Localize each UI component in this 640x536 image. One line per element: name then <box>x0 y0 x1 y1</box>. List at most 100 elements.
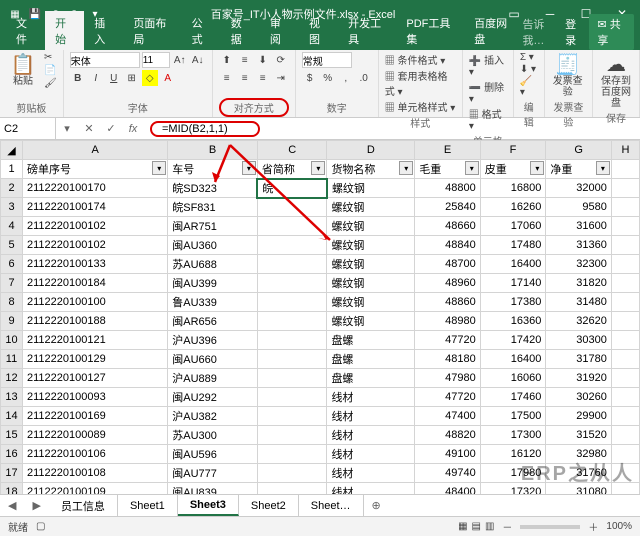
data-cell[interactable]: 9580 <box>546 198 612 217</box>
row-header[interactable]: 18 <box>1 483 23 495</box>
row-header[interactable]: 11 <box>1 350 23 369</box>
sheet-tab[interactable]: 员工信息 <box>49 495 118 516</box>
data-cell[interactable]: 闽AU360 <box>168 236 258 255</box>
data-cell[interactable]: 2112220100108 <box>23 464 168 483</box>
data-cell[interactable]: 2112220100089 <box>23 426 168 445</box>
data-cell[interactable]: 48860 <box>415 293 481 312</box>
data-cell[interactable]: 48820 <box>415 426 481 445</box>
data-cell[interactable]: 螺纹钢 <box>327 179 415 198</box>
tab-formulas[interactable]: 公式 <box>182 11 221 50</box>
row-header[interactable]: 3 <box>1 198 23 217</box>
indent-icon[interactable]: ⇥ <box>273 70 289 86</box>
filter-dropdown-icon[interactable]: ▾ <box>596 161 610 175</box>
data-cell[interactable]: 2112220100127 <box>23 369 168 388</box>
filter-dropdown-icon[interactable]: ▾ <box>530 161 544 175</box>
macro-record-icon[interactable]: ▢ <box>36 521 45 532</box>
row-header[interactable]: 9 <box>1 312 23 331</box>
column-header[interactable]: A <box>23 141 168 160</box>
data-cell[interactable] <box>257 426 327 445</box>
align-middle-icon[interactable]: ≡ <box>237 52 253 68</box>
login-link[interactable]: 登录 <box>565 16 583 48</box>
header-cell[interactable]: 净重▾ <box>546 160 612 179</box>
select-all-corner[interactable]: ◢ <box>1 141 23 160</box>
bold-button[interactable]: B <box>70 70 86 86</box>
data-cell[interactable] <box>257 293 327 312</box>
header-cell[interactable] <box>611 160 639 179</box>
view-normal-icon[interactable]: ▦ <box>458 521 467 532</box>
cut-icon[interactable]: ✂ <box>44 52 57 63</box>
row-header[interactable]: 1 <box>1 160 23 179</box>
data-cell[interactable] <box>611 274 639 293</box>
data-cell[interactable]: 17480 <box>480 236 546 255</box>
sheet-tab[interactable]: Sheet… <box>299 495 364 516</box>
data-cell[interactable]: 闽AU660 <box>168 350 258 369</box>
header-cell[interactable]: 货物名称▾ <box>327 160 415 179</box>
data-cell[interactable]: 闽AU596 <box>168 445 258 464</box>
data-cell[interactable]: 2112220100121 <box>23 331 168 350</box>
orientation-icon[interactable]: ⟳ <box>273 52 289 68</box>
align-left-icon[interactable]: ≡ <box>219 70 235 86</box>
data-cell[interactable]: 31920 <box>546 369 612 388</box>
data-cell[interactable] <box>257 217 327 236</box>
zoom-level[interactable]: 100% <box>606 521 632 532</box>
data-cell[interactable]: 闽AR656 <box>168 312 258 331</box>
data-cell[interactable]: 2112220100133 <box>23 255 168 274</box>
decrease-font-icon[interactable]: A↓ <box>190 52 206 68</box>
data-cell[interactable]: 苏AU300 <box>168 426 258 445</box>
data-cell[interactable]: 31520 <box>546 426 612 445</box>
data-cell[interactable]: 2112220100093 <box>23 388 168 407</box>
data-cell[interactable] <box>611 293 639 312</box>
data-cell[interactable] <box>257 350 327 369</box>
data-cell[interactable]: 盘螺 <box>327 350 415 369</box>
data-cell[interactable]: 线材 <box>327 445 415 464</box>
data-cell[interactable]: 17300 <box>480 426 546 445</box>
data-cell[interactable]: 2112220100106 <box>23 445 168 464</box>
data-cell[interactable]: 31780 <box>546 350 612 369</box>
increase-font-icon[interactable]: A↑ <box>172 52 188 68</box>
data-cell[interactable] <box>257 255 327 274</box>
header-cell[interactable]: 磅单序号▾ <box>23 160 168 179</box>
zoom-out-icon[interactable]: － <box>502 519 512 534</box>
data-cell[interactable] <box>611 426 639 445</box>
data-cell[interactable]: 线材 <box>327 407 415 426</box>
name-box[interactable]: C2 <box>0 118 56 139</box>
filter-dropdown-icon[interactable]: ▾ <box>311 161 325 175</box>
data-cell[interactable]: 48800 <box>415 179 481 198</box>
save-baidu-button[interactable]: ☁保存到百度网盘 <box>599 52 633 109</box>
autosum-button[interactable]: Σ ▾ <box>520 52 534 63</box>
data-cell[interactable]: 48980 <box>415 312 481 331</box>
comma-icon[interactable]: , <box>338 70 354 86</box>
data-cell[interactable]: 31820 <box>546 274 612 293</box>
data-cell[interactable]: 30300 <box>546 331 612 350</box>
sheet-tab[interactable]: Sheet1 <box>118 495 178 516</box>
data-cell[interactable] <box>257 388 327 407</box>
data-cell[interactable]: 螺纹钢 <box>327 312 415 331</box>
enter-icon[interactable]: ✓ <box>100 122 122 135</box>
data-cell[interactable]: 2112220100184 <box>23 274 168 293</box>
data-cell[interactable]: 16060 <box>480 369 546 388</box>
copy-icon[interactable]: 📄 <box>44 65 57 76</box>
data-cell[interactable]: 47400 <box>415 407 481 426</box>
align-center-icon[interactable]: ≡ <box>237 70 253 86</box>
tab-view[interactable]: 视图 <box>299 11 338 50</box>
data-cell[interactable]: 沪AU382 <box>168 407 258 426</box>
data-cell[interactable]: 49740 <box>415 464 481 483</box>
row-header[interactable]: 8 <box>1 293 23 312</box>
data-cell[interactable]: 2112220100188 <box>23 312 168 331</box>
data-cell[interactable] <box>257 331 327 350</box>
data-cell[interactable]: 沪AU396 <box>168 331 258 350</box>
header-cell[interactable]: 车号▾ <box>168 160 258 179</box>
data-cell[interactable] <box>611 217 639 236</box>
data-cell[interactable]: 30260 <box>546 388 612 407</box>
data-cell[interactable] <box>257 483 327 495</box>
row-header[interactable]: 15 <box>1 426 23 445</box>
column-header[interactable]: G <box>546 141 612 160</box>
conditional-format-button[interactable]: ▦ 条件格式 ▾ <box>385 52 446 67</box>
data-cell[interactable] <box>257 236 327 255</box>
view-layout-icon[interactable]: ▤ <box>472 521 481 532</box>
data-cell[interactable]: 线材 <box>327 483 415 495</box>
data-cell[interactable]: 48660 <box>415 217 481 236</box>
data-cell[interactable]: 47720 <box>415 388 481 407</box>
data-cell[interactable]: 盘螺 <box>327 331 415 350</box>
tell-me-search[interactable]: 告诉我… <box>522 16 559 48</box>
